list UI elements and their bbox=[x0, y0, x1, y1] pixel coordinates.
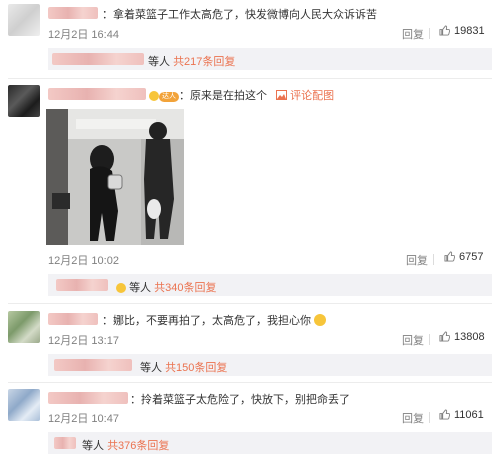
comment-text: ：拎着菜篮子太危险了，快放下，别把命丢了 bbox=[130, 394, 350, 406]
like-button[interactable]: 19831 bbox=[439, 25, 485, 37]
comment-text: 达人 ：原来是在拍这个 评论配图 bbox=[149, 87, 334, 103]
comment-timestamp: 12月2日 13:17 bbox=[48, 335, 119, 347]
like-button[interactable]: 13808 bbox=[439, 331, 485, 343]
avatar[interactable] bbox=[8, 85, 40, 117]
divider bbox=[429, 412, 430, 423]
reply-button[interactable]: 回复 bbox=[406, 252, 428, 268]
blurred-username bbox=[52, 53, 144, 65]
sub-replies-bar[interactable]: 等人 共217条回复 bbox=[48, 48, 492, 70]
thumbs-up-icon bbox=[439, 331, 451, 342]
sub-replies-bar[interactable]: 等人 共340条回复 bbox=[48, 274, 492, 296]
sub-replies-deng: 等人 bbox=[129, 282, 152, 294]
divider bbox=[429, 334, 430, 345]
sub-replies-bar[interactable]: 等人 共150条回复 bbox=[48, 354, 492, 376]
sub-replies-deng: 等人 bbox=[148, 56, 170, 68]
sub-replies-count[interactable]: 共150条回复 bbox=[165, 362, 227, 374]
comment-divider bbox=[8, 303, 492, 304]
face-icon bbox=[116, 283, 126, 293]
blurred-username[interactable] bbox=[48, 7, 98, 19]
divider bbox=[429, 28, 430, 39]
sub-replies-deng: 等人 bbox=[82, 440, 104, 452]
sub-replies-count[interactable]: 共340条回复 bbox=[154, 282, 216, 294]
sub-replies-text: 等人 共217条回复 bbox=[148, 53, 235, 69]
comment-timestamp: 12月2日 10:02 bbox=[48, 255, 119, 267]
like-count: 6757 bbox=[459, 251, 484, 263]
comment-divider bbox=[8, 78, 492, 79]
comment-timestamp: 12月2日 16:44 bbox=[48, 29, 119, 41]
reply-button[interactable]: 回复 bbox=[402, 332, 424, 348]
blurred-username[interactable] bbox=[48, 313, 98, 325]
blurred-username bbox=[54, 437, 76, 449]
comment-photo[interactable] bbox=[46, 109, 184, 245]
blurred-username[interactable] bbox=[48, 392, 128, 404]
blurred-username bbox=[54, 359, 132, 371]
comment-image-link[interactable]: 评论配图 bbox=[290, 90, 334, 102]
image-icon bbox=[276, 90, 288, 102]
worried-face-icon bbox=[314, 314, 327, 326]
sub-replies-deng: 等人 bbox=[140, 362, 162, 374]
photo-image bbox=[46, 109, 184, 245]
like-count: 11061 bbox=[454, 409, 484, 421]
face-icon bbox=[149, 91, 159, 101]
comment-text: ：拿着菜篮子工作太高危了，快发微博向人民大众诉诉苦 bbox=[102, 9, 377, 21]
blurred-username bbox=[56, 279, 108, 291]
sub-replies-text: 等人 共340条回复 bbox=[116, 279, 216, 295]
avatar[interactable] bbox=[8, 4, 40, 36]
sub-replies-count[interactable]: 共376条回复 bbox=[107, 440, 169, 452]
comment-timestamp: 12月2日 10:47 bbox=[48, 413, 119, 425]
thumbs-up-icon bbox=[439, 25, 451, 36]
thumbs-up-icon bbox=[439, 409, 451, 420]
sub-replies-text: 等人 共150条回复 bbox=[140, 359, 227, 375]
comment-divider bbox=[8, 382, 492, 383]
like-button[interactable]: 6757 bbox=[444, 251, 483, 263]
expert-badge: 达人 bbox=[159, 92, 179, 102]
like-button[interactable]: 11061 bbox=[439, 409, 484, 421]
avatar[interactable] bbox=[8, 389, 40, 421]
reply-button[interactable]: 回复 bbox=[402, 410, 424, 426]
sub-replies-text: 等人 共376条回复 bbox=[82, 437, 169, 453]
comment-text: ：娜比，不要再拍了，太高危了，我担心你 bbox=[102, 312, 327, 328]
like-count: 13808 bbox=[454, 331, 485, 343]
divider bbox=[433, 254, 434, 265]
like-count: 19831 bbox=[454, 25, 485, 37]
sub-replies-count[interactable]: 共217条回复 bbox=[173, 56, 235, 68]
reply-button[interactable]: 回复 bbox=[402, 26, 424, 42]
sub-replies-bar[interactable]: 等人 共376条回复 bbox=[48, 432, 492, 454]
blurred-username[interactable] bbox=[48, 88, 146, 100]
avatar[interactable] bbox=[8, 311, 40, 343]
thumbs-up-icon bbox=[444, 251, 456, 262]
